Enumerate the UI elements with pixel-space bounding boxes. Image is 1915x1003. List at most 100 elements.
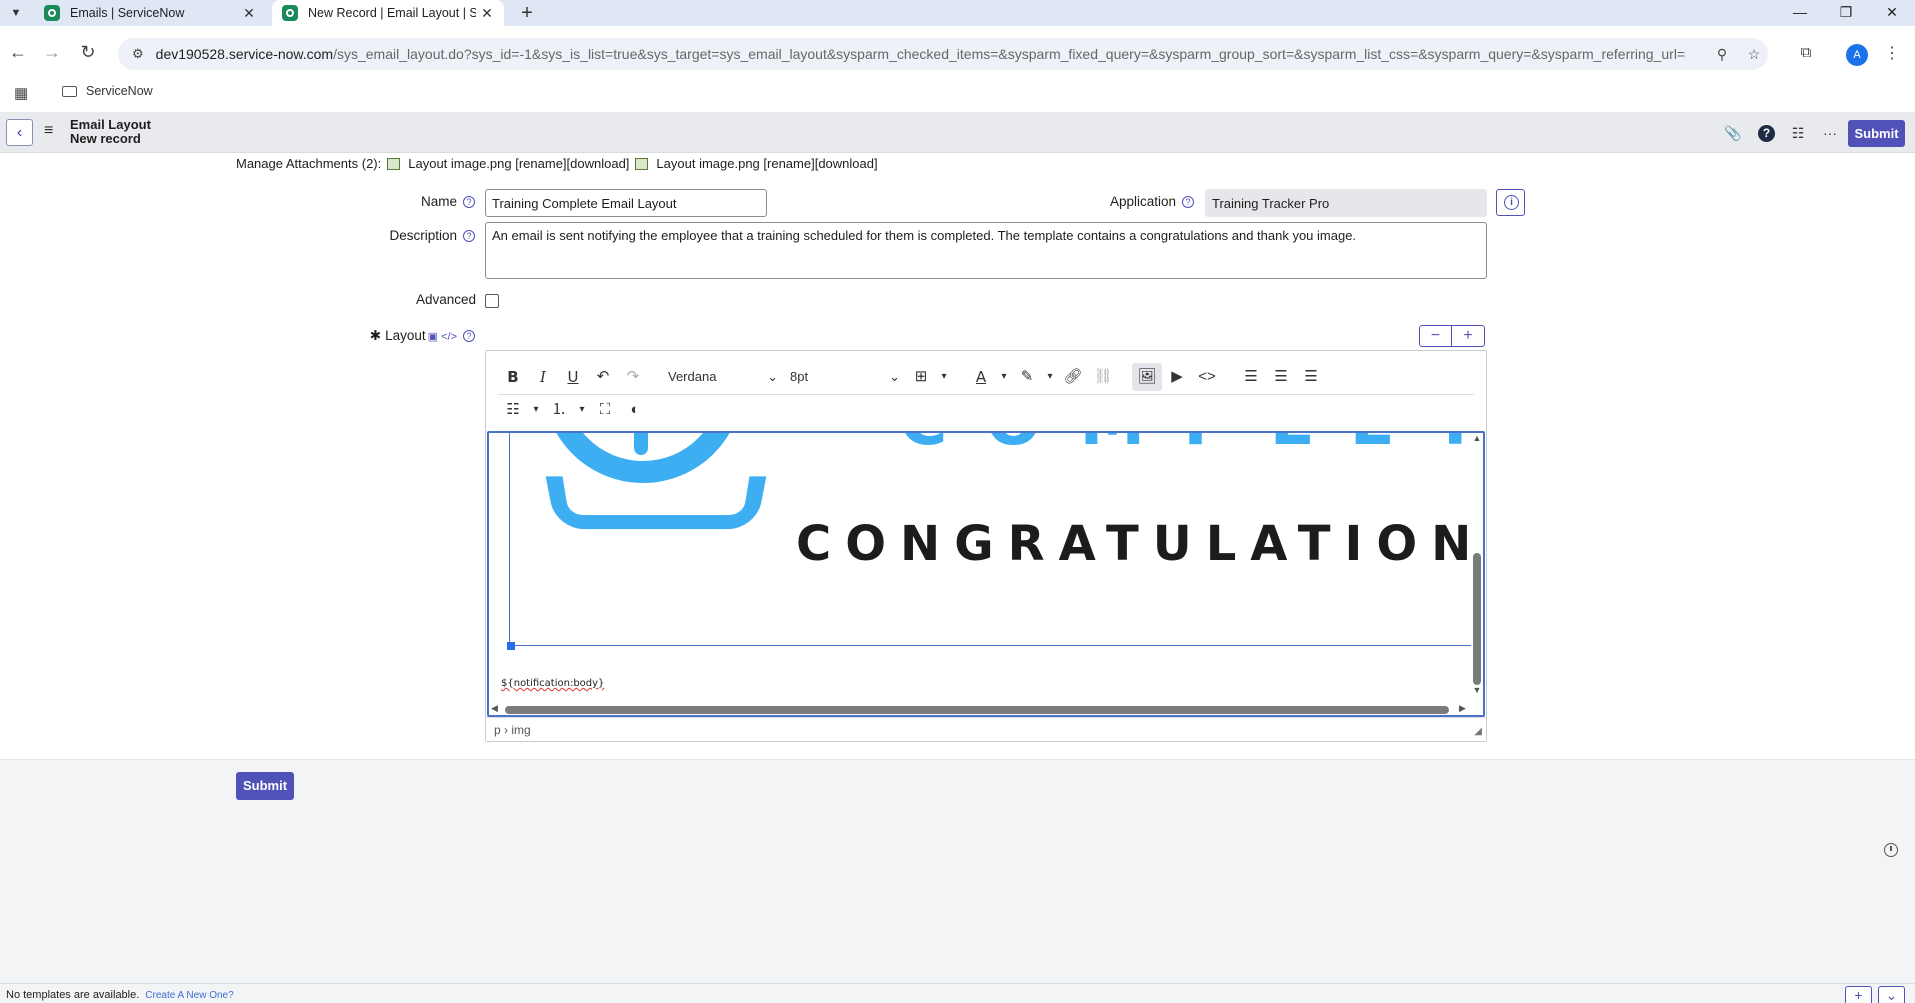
close-icon[interactable]: ✕	[476, 5, 498, 22]
zoom-magnifier-icon[interactable]: ⚲	[1712, 44, 1732, 64]
image-resize-handle[interactable]	[507, 642, 515, 650]
attachment-actions[interactable]: [rename][download]	[515, 156, 629, 171]
chevron-down-icon[interactable]: ▾	[574, 396, 590, 424]
scroll-up-icon[interactable]: ▲	[1471, 433, 1483, 443]
element-path[interactable]: p › img	[494, 723, 531, 737]
font-size-select[interactable]: 8pt ⌄	[784, 363, 906, 391]
chevron-down-icon[interactable]: ▾	[1042, 363, 1058, 391]
scroll-left-icon[interactable]: ◀	[491, 703, 498, 714]
attachment-name[interactable]: Layout image.png	[656, 156, 759, 171]
restore-icon[interactable]: ❐	[1823, 0, 1869, 26]
table-icon[interactable]: ⊞	[906, 363, 936, 391]
insert-video-icon[interactable]: ▶	[1162, 363, 1192, 391]
contrast-icon[interactable]: ◐	[620, 396, 650, 424]
submit-button-bottom[interactable]: Submit	[236, 772, 294, 800]
help-icon[interactable]: ?	[463, 230, 475, 242]
reference-info-icon[interactable]	[1496, 189, 1525, 216]
font-family-select[interactable]: Verdana ⌄	[662, 363, 784, 391]
browser-tab-new-record[interactable]: New Record | Email Layout | Se ✕	[272, 0, 504, 26]
numbered-list-icon[interactable]: ⒈	[544, 396, 574, 424]
application-field: Training Tracker Pro	[1205, 189, 1487, 217]
bookmark-servicenow[interactable]: ServiceNow	[62, 84, 153, 98]
close-icon[interactable]: ✕	[238, 5, 260, 22]
bold-icon[interactable]: B	[498, 363, 528, 391]
link-icon[interactable]: 🔗︎	[1058, 363, 1088, 391]
undo-icon[interactable]: ↶	[588, 363, 618, 391]
help-icon[interactable]: ?	[463, 330, 475, 342]
source-code-icon[interactable]: <>	[1192, 363, 1222, 391]
new-tab-plus-icon[interactable]: +	[516, 1, 538, 25]
chevron-down-icon[interactable]: ▾	[996, 363, 1012, 391]
scroll-thumb[interactable]	[505, 706, 1449, 714]
more-options-icon[interactable]: ···	[1820, 123, 1840, 143]
page-title-record: New record	[70, 131, 141, 146]
save-source-icons[interactable]: ▣ </>	[428, 331, 457, 343]
collapse-templates-chevron-icon[interactable]: ⌄	[1878, 986, 1905, 1003]
unlink-icon[interactable]: ⛓	[1088, 363, 1118, 391]
editor-content-area[interactable]: COMPLETE CONGRATULATIONS! ${notification…	[487, 431, 1485, 717]
help-icon[interactable]: ?	[463, 196, 475, 208]
bookmark-label: ServiceNow	[86, 84, 153, 98]
fullscreen-icon[interactable]: ⛶	[590, 396, 620, 424]
highlight-color-icon[interactable]: ✎	[1012, 363, 1042, 391]
create-template-link[interactable]: Create A New One?	[145, 990, 233, 1001]
browser-menu-icon[interactable]: ⋮	[1884, 42, 1900, 66]
shrink-editor-button[interactable]: −	[1419, 325, 1452, 347]
submit-button-top[interactable]: Submit	[1848, 120, 1905, 147]
attachment-name[interactable]: Layout image.png	[408, 156, 511, 171]
scroll-thumb[interactable]	[1473, 553, 1481, 685]
reload-icon[interactable]: ↻	[74, 38, 102, 66]
manage-attachments: Manage Attachments (2): Layout image.png…	[236, 156, 878, 171]
resize-grip-icon[interactable]: ◢	[1474, 726, 1482, 737]
chevron-down-icon[interactable]: ▾	[936, 363, 952, 391]
minimize-icon[interactable]: —	[1777, 0, 1823, 26]
layout-label: ✱ Layout ▣ </>?	[300, 328, 475, 344]
horizontal-scrollbar[interactable]: ◀ ▶	[489, 703, 1471, 715]
advanced-checkbox[interactable]	[485, 294, 499, 308]
url-bar[interactable]: ⚙ dev190528.service-now.com/sys_email_la…	[118, 38, 1768, 70]
servicenow-favicon-icon	[44, 5, 60, 21]
bullet-list-icon[interactable]: ☷	[498, 396, 528, 424]
chevron-down-icon: ⌄	[767, 368, 778, 384]
tab-search-icon[interactable]: ▼	[6, 3, 26, 23]
attachment-actions[interactable]: [rename][download]	[763, 156, 877, 171]
align-right-icon[interactable]: ☰	[1296, 363, 1326, 391]
description-textarea[interactable]: An email is sent notifying the employee …	[485, 222, 1487, 279]
history-clock-icon[interactable]	[1884, 843, 1898, 857]
italic-icon[interactable]: I	[528, 363, 558, 391]
settings-sliders-icon[interactable]: ☷	[1788, 123, 1808, 143]
apps-grid-icon[interactable]: ▦	[14, 84, 28, 102]
extensions-icon[interactable]: ⧉	[1795, 42, 1817, 64]
scroll-right-icon[interactable]: ▶	[1459, 703, 1466, 714]
help-icon[interactable]: ?	[1182, 196, 1194, 208]
hamburger-menu-icon[interactable]: ≡	[44, 122, 53, 140]
vertical-scrollbar[interactable]: ▲ ▼	[1471, 433, 1483, 697]
layout-image[interactable]: COMPLETE CONGRATULATIONS!	[499, 433, 1483, 665]
underline-icon[interactable]: U	[558, 363, 588, 391]
manage-attachments-link[interactable]: Manage Attachments (2):	[236, 156, 381, 171]
back-arrow-icon[interactable]: ←	[4, 38, 32, 66]
add-template-button[interactable]: +	[1845, 986, 1872, 1003]
notification-body-placeholder[interactable]: ${notification:body}	[501, 678, 604, 689]
name-field[interactable]: Training Complete Email Layout	[485, 189, 767, 217]
description-label: Description?	[300, 228, 475, 243]
back-button[interactable]: ‹	[6, 119, 33, 146]
redo-icon[interactable]: ↷	[618, 363, 648, 391]
window-close-icon[interactable]: ✕	[1869, 0, 1915, 26]
help-question-icon[interactable]: ?	[1758, 125, 1775, 142]
text-color-icon[interactable]: A	[966, 363, 996, 391]
bookmark-star-icon[interactable]: ☆	[1744, 44, 1764, 64]
insert-image-icon[interactable]: 🖼︎	[1132, 362, 1162, 391]
scroll-down-icon[interactable]: ▼	[1471, 685, 1483, 695]
application-label: Application?	[1000, 194, 1194, 209]
paperclip-attachment-icon[interactable]: 📎	[1723, 123, 1743, 143]
forward-arrow-icon[interactable]: →	[38, 38, 66, 66]
browser-tab-bar: ▼ Emails | ServiceNow ✕ New Record | Ema…	[0, 0, 1915, 26]
expand-editor-button[interactable]: +	[1452, 325, 1485, 347]
browser-tab-emails[interactable]: Emails | ServiceNow ✕	[34, 0, 266, 26]
profile-avatar[interactable]: A	[1846, 44, 1868, 66]
align-center-icon[interactable]: ☰	[1266, 363, 1296, 391]
site-settings-icon[interactable]: ⚙	[132, 46, 144, 62]
chevron-down-icon[interactable]: ▾	[528, 396, 544, 424]
align-left-icon[interactable]: ☰	[1236, 363, 1266, 391]
